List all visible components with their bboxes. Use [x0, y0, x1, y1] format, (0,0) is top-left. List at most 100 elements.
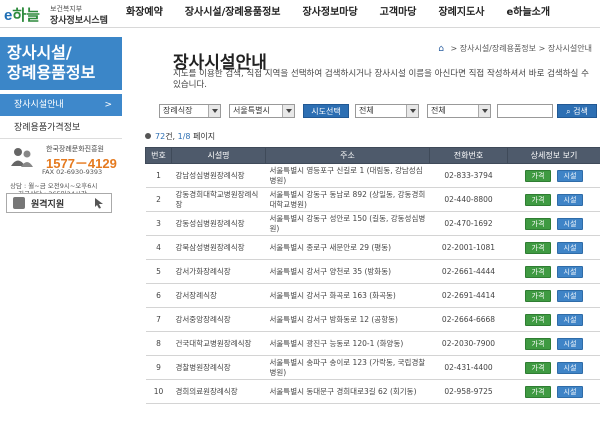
price-button[interactable]: 가격 [525, 289, 551, 302]
price-button[interactable]: 가격 [525, 313, 551, 326]
facility-phone: 02-440-8800 [429, 187, 508, 212]
menu-item-about[interactable]: e하늘소개 [495, 0, 561, 28]
price-button[interactable]: 가격 [525, 337, 551, 350]
facility-phone: 02-2661-4444 [429, 259, 508, 284]
price-button[interactable]: 가격 [525, 193, 551, 206]
menu-item-customer[interactable]: 고객마당 [369, 0, 428, 28]
facility-name[interactable]: 강남성심병원장례식장 [171, 163, 266, 188]
result-count: 72건, 1/8 페이지 [145, 131, 215, 142]
total-count: 72 [155, 132, 166, 141]
chevron-right-icon: > [104, 100, 112, 110]
facility-button[interactable]: 시설 [557, 241, 583, 254]
facility-phone: 02-431-4400 [429, 355, 508, 380]
facility-button[interactable]: 시설 [557, 265, 583, 278]
main-menu: 화장예약 장사시설/장례용품정보 장사정보마당 고객마당 장례지도사 e하늘소개 [115, 0, 561, 28]
breadcrumb: ⌂ > 장사시설/장례용품정보 > 장사시설안내 [438, 44, 592, 54]
facility-button[interactable]: 시설 [557, 217, 583, 230]
facility-phone: 02-470-1692 [429, 211, 508, 236]
menu-item-funeral-director[interactable]: 장례지도사 [427, 0, 495, 28]
page-indicator: 1/8 [177, 132, 191, 141]
select-region-button[interactable]: 시도선택 [303, 104, 349, 118]
cursor-icon [95, 198, 103, 209]
table-body: 1 강남성심병원장례식장 서울특별시 영등포구 신길로 1 (대림동, 강남성심병원… [145, 163, 600, 404]
facility-phone: 02-2030-7900 [429, 331, 508, 356]
price-button[interactable]: 가격 [525, 385, 551, 398]
price-button[interactable]: 가격 [525, 361, 551, 374]
sidebar: 장사시설/ 장례용품정보 장사시설안내 > 장례용품가격정보 한국장례문화진흥원… [0, 37, 122, 422]
facility-name[interactable]: 강서가화장례식장 [171, 259, 266, 284]
sidebar-title-line2: 장례용품정보 [7, 63, 96, 82]
facility-address: 서울특별시 강서구 방화동로 12 (공항동) [265, 307, 430, 332]
facility-button[interactable]: 시설 [557, 193, 583, 206]
table-row: 9 경찰병원장례식장 서울특별시 송파구 송이로 123 (가락동, 국립경찰병원)… [145, 355, 600, 380]
search-input[interactable] [497, 104, 553, 118]
main-content: 장사시설안내 ⌂ > 장사시설/장례용품정보 > 장사시설안내 지도를 이용한 … [145, 37, 600, 422]
menu-item-cremation-reservation[interactable]: 화장예약 [115, 0, 174, 28]
breadcrumb-item[interactable]: 장사시설/장례용품정보 [460, 44, 536, 53]
row-number: 1 [145, 163, 172, 188]
facility-phone: 02-2664-6668 [429, 307, 508, 332]
detail-cell: 가격 시설 [507, 187, 600, 212]
facility-name[interactable]: 건국대학교병원장례식장 [171, 331, 266, 356]
facility-address: 서울특별시 강서구 양천로 35 (방화동) [265, 259, 430, 284]
facility-address: 서울특별시 광진구 능동로 120-1 (화양동) [265, 331, 430, 356]
facility-table: 번호 시설명 주소 전화번호 상세정보 보기 1 강남성심병원장례식장 서울특별시 … [145, 147, 600, 404]
price-button[interactable]: 가격 [525, 217, 551, 230]
facility-button[interactable]: 시설 [557, 313, 583, 326]
call-fax: FAX 02-6930-9393 [42, 168, 103, 176]
price-button[interactable]: 가격 [525, 169, 551, 182]
remote-support-label: 원격지원 [31, 200, 65, 210]
facility-name[interactable]: 강서중앙장례식장 [171, 307, 266, 332]
facility-type-select[interactable]: 장례식장 [159, 104, 221, 118]
facility-phone: 02-2691-4414 [429, 283, 508, 308]
facility-address: 서울특별시 강동구 성안로 150 (길동, 강동성심병원) [265, 211, 430, 236]
row-number: 9 [145, 355, 172, 380]
facility-address: 서울특별시 종로구 새문안로 29 (평동) [265, 235, 430, 260]
sidebar-title: 장사시설/ 장례용품정보 [0, 37, 122, 90]
facility-name[interactable]: 경희의료원장례식장 [171, 379, 266, 404]
menu-item-funeral-info[interactable]: 장사정보마당 [291, 0, 368, 28]
chevron-down-icon [478, 105, 490, 117]
row-number: 6 [145, 283, 172, 308]
row-number: 5 [145, 259, 172, 284]
facility-name[interactable]: 강동성심병원장례식장 [171, 211, 266, 236]
facility-button[interactable]: 시설 [557, 385, 583, 398]
facility-address: 서울특별시 강동구 동남로 892 (상일동, 강동경희대학교병원) [265, 187, 430, 212]
facility-button[interactable]: 시설 [557, 361, 583, 374]
district-select[interactable]: 전체 [355, 104, 419, 118]
price-button[interactable]: 가격 [525, 265, 551, 278]
search-button[interactable]: ⌕ 검색 [557, 104, 597, 118]
facility-name[interactable]: 강서장례식장 [171, 283, 266, 308]
facility-name[interactable]: 강북삼성병원장례식장 [171, 235, 266, 260]
sidebar-item-price-info[interactable]: 장례용품가격정보 [0, 117, 122, 139]
region-select[interactable]: 서울특별시 [229, 104, 295, 118]
chevron-down-icon [208, 105, 220, 117]
remote-support-button[interactable]: 원격지원 [6, 193, 112, 213]
menu-item-facility-info[interactable]: 장사시설/장례용품정보 [174, 0, 292, 28]
facility-name[interactable]: 강동경희대학교병원장례식장 [171, 187, 266, 212]
table-row: 8 건국대학교병원장례식장 서울특별시 광진구 능동로 120-1 (화양동) 02-… [145, 331, 600, 356]
subcategory-select[interactable]: 전체 [427, 104, 491, 118]
home-icon[interactable]: ⌂ [438, 44, 444, 54]
detail-cell: 가격 시설 [507, 379, 600, 404]
chevron-down-icon [406, 105, 418, 117]
facility-button[interactable]: 시설 [557, 289, 583, 302]
site-logo[interactable]: e하늘 보건복지부 장사정보시스템 [4, 2, 112, 26]
detail-cell: 가격 시설 [507, 211, 600, 236]
breadcrumb-item-current: 장사시설안내 [547, 44, 592, 53]
facility-button[interactable]: 시설 [557, 337, 583, 350]
price-button[interactable]: 가격 [525, 241, 551, 254]
logo-mark: e하늘 [4, 7, 40, 24]
table-row: 6 강서장례식장 서울특별시 강서구 화곡로 163 (화곡동) 02-2691-44… [145, 283, 600, 308]
column-header: 전화번호 [429, 147, 508, 164]
search-filters: 장례식장 서울특별시 시도선택 전체 전체 ⌕ 검색 [145, 104, 600, 120]
sidebar-item-facility-guide[interactable]: 장사시설안내 > [0, 94, 122, 116]
sidebar-item-label: 장사시설안내 [14, 100, 64, 110]
row-number: 4 [145, 235, 172, 260]
people-icon [11, 148, 33, 167]
detail-cell: 가격 시설 [507, 235, 600, 260]
table-row: 4 강북삼성병원장례식장 서울특별시 종로구 새문안로 29 (평동) 02-2001… [145, 235, 600, 260]
facility-name[interactable]: 경찰병원장례식장 [171, 355, 266, 380]
facility-address: 서울특별시 강서구 화곡로 163 (화곡동) [265, 283, 430, 308]
facility-button[interactable]: 시설 [557, 169, 583, 182]
